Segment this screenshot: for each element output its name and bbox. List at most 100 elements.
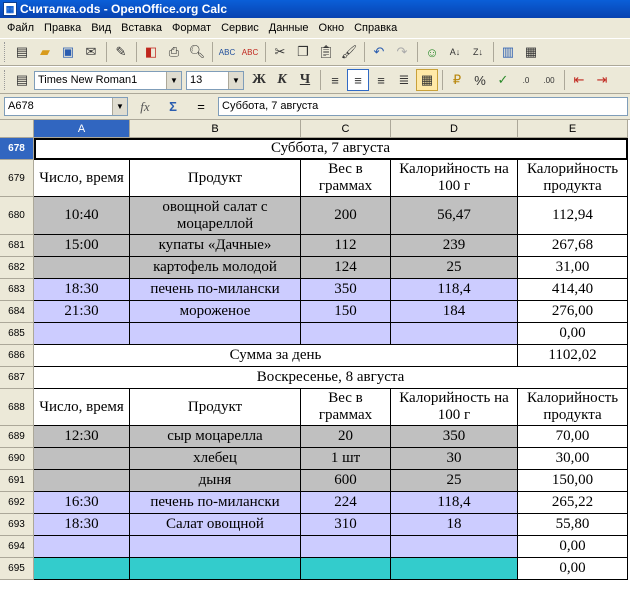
paste-icon[interactable]: 📋︎ <box>315 41 337 63</box>
table-cell[interactable]: 600 <box>301 470 391 492</box>
align-center-icon[interactable]: ≡ <box>347 69 369 91</box>
export-pdf-icon[interactable]: ◧ <box>140 41 162 63</box>
table-cell[interactable] <box>301 558 391 580</box>
row-header[interactable]: 695 <box>0 558 34 580</box>
column-header-e[interactable]: E <box>518 120 628 138</box>
pivot-table-icon[interactable]: ▦ <box>520 41 542 63</box>
row-header[interactable]: 691 <box>0 470 34 492</box>
table-cell[interactable]: 200 <box>301 197 391 235</box>
justify-icon[interactable]: ≣ <box>393 69 415 91</box>
bold-button[interactable]: Ж <box>248 69 270 91</box>
row-header[interactable]: 693 <box>0 514 34 536</box>
row-header[interactable]: 692 <box>0 492 34 514</box>
new-document-icon[interactable]: ▤ <box>11 41 33 63</box>
row-header[interactable]: 683 <box>0 279 34 301</box>
table-cell[interactable] <box>130 536 301 558</box>
sort-ascending-icon[interactable]: A↓ <box>444 41 466 63</box>
add-decimal-icon[interactable]: .0 <box>515 69 537 91</box>
menu-view[interactable]: Вид <box>86 18 116 38</box>
column-header-b[interactable]: B <box>130 120 301 138</box>
table-cell[interactable]: 184 <box>391 301 518 323</box>
table-cell[interactable]: 18:30 <box>34 514 130 536</box>
name-box[interactable]: A678 ▼ <box>4 97 128 116</box>
column-title-cell[interactable]: Вес в граммах <box>301 389 391 426</box>
column-header-c[interactable]: C <box>301 120 391 138</box>
column-title-cell[interactable]: Продукт <box>130 160 301 197</box>
table-cell[interactable]: 310 <box>301 514 391 536</box>
formula-input[interactable]: Суббота, 7 августа <box>218 97 628 116</box>
redo-icon[interactable]: ↷ <box>391 41 413 63</box>
table-cell[interactable] <box>391 558 518 580</box>
table-cell[interactable] <box>34 323 130 345</box>
spellcheck-icon[interactable]: ABC <box>216 41 238 63</box>
select-all-corner[interactable] <box>0 120 34 138</box>
chevron-down-icon[interactable]: ▼ <box>228 71 243 89</box>
table-cell[interactable]: мороженое <box>130 301 301 323</box>
table-cell[interactable]: 12:30 <box>34 426 130 448</box>
table-cell[interactable]: сыр моцарелла <box>130 426 301 448</box>
table-cell[interactable] <box>34 536 130 558</box>
menu-tools[interactable]: Сервис <box>216 18 264 38</box>
chevron-down-icon[interactable]: ▼ <box>166 71 181 89</box>
day-heading-cell[interactable]: Суббота, 7 августа <box>34 138 628 160</box>
italic-button[interactable]: К <box>271 69 293 91</box>
row-header[interactable]: 687 <box>0 367 34 389</box>
table-cell[interactable]: 16:30 <box>34 492 130 514</box>
table-cell[interactable] <box>301 536 391 558</box>
sort-descending-icon[interactable]: Z↓ <box>467 41 489 63</box>
currency-icon[interactable]: ₽ <box>446 69 468 91</box>
day-heading-cell[interactable]: Воскресенье, 8 августа <box>34 367 628 389</box>
table-cell[interactable] <box>301 323 391 345</box>
table-cell[interactable]: 118,4 <box>391 492 518 514</box>
table-cell[interactable]: 414,40 <box>518 279 628 301</box>
table-cell[interactable]: печень по-милански <box>130 492 301 514</box>
row-header[interactable]: 678 <box>0 138 34 160</box>
table-cell[interactable]: 10:40 <box>34 197 130 235</box>
table-cell[interactable]: 1 шт <box>301 448 391 470</box>
row-header[interactable]: 680 <box>0 197 34 235</box>
table-cell[interactable]: 25 <box>391 257 518 279</box>
table-cell[interactable] <box>34 448 130 470</box>
day-sum-label-cell[interactable]: Сумма за день <box>34 345 518 367</box>
chevron-down-icon[interactable]: ▼ <box>112 98 127 115</box>
toolbar-grip[interactable] <box>4 42 7 62</box>
table-cell[interactable]: 124 <box>301 257 391 279</box>
table-cell[interactable]: 30,00 <box>518 448 628 470</box>
merge-cells-icon[interactable]: ▦ <box>416 69 438 91</box>
delete-decimal-icon[interactable]: .00 <box>538 69 560 91</box>
edit-file-icon[interactable]: ✎ <box>110 41 132 63</box>
row-header[interactable]: 679 <box>0 160 34 197</box>
menu-format[interactable]: Формат <box>167 18 216 38</box>
table-cell[interactable] <box>130 558 301 580</box>
format-paintbrush-icon[interactable]: 🖌︎ <box>338 41 360 63</box>
menu-edit[interactable]: Правка <box>39 18 86 38</box>
table-cell[interactable]: картофель молодой <box>130 257 301 279</box>
table-cell[interactable]: 150,00 <box>518 470 628 492</box>
table-cell[interactable]: 15:00 <box>34 235 130 257</box>
align-right-icon[interactable]: ≡ <box>370 69 392 91</box>
table-cell[interactable]: овощной салат с моцареллой <box>130 197 301 235</box>
menu-data[interactable]: Данные <box>264 18 314 38</box>
menu-insert[interactable]: Вставка <box>116 18 167 38</box>
table-cell[interactable]: 112,94 <box>518 197 628 235</box>
table-cell[interactable]: 265,22 <box>518 492 628 514</box>
function-button[interactable]: = <box>190 97 212 117</box>
table-cell[interactable] <box>34 558 130 580</box>
table-cell[interactable]: 18 <box>391 514 518 536</box>
column-header-d[interactable]: D <box>391 120 518 138</box>
table-cell[interactable]: 70,00 <box>518 426 628 448</box>
row-header[interactable]: 686 <box>0 345 34 367</box>
cut-icon[interactable]: ✂ <box>269 41 291 63</box>
column-title-cell[interactable]: Калорийность продукта <box>518 389 628 426</box>
table-cell[interactable] <box>34 470 130 492</box>
table-cell[interactable]: 267,68 <box>518 235 628 257</box>
row-header[interactable]: 684 <box>0 301 34 323</box>
table-cell[interactable]: 18:30 <box>34 279 130 301</box>
menu-file[interactable]: Файл <box>2 18 39 38</box>
underline-button[interactable]: Ч <box>294 69 316 91</box>
table-cell[interactable] <box>391 536 518 558</box>
table-cell[interactable]: 56,47 <box>391 197 518 235</box>
row-header[interactable]: 681 <box>0 235 34 257</box>
column-title-cell[interactable]: Число, время <box>34 160 130 197</box>
table-cell[interactable]: Салат овощной <box>130 514 301 536</box>
